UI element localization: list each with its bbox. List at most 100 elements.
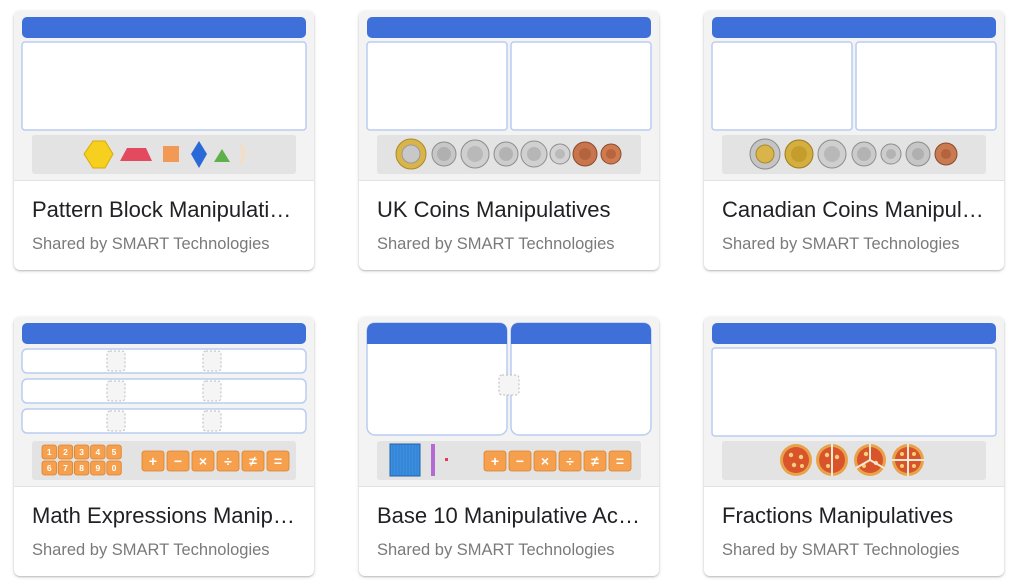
svg-text:≠: ≠	[249, 453, 257, 469]
header-bar-left	[367, 323, 507, 344]
card-subtitle: Shared by SMART Technologies	[377, 235, 615, 253]
operator-tile: ÷	[558, 450, 582, 472]
header-bar	[22, 323, 306, 344]
thumbnail-pattern-blocks	[14, 11, 314, 180]
coin-loonie-icon	[784, 139, 814, 169]
number-tile: 5	[106, 444, 122, 460]
ten-rod-icon	[431, 444, 435, 476]
operator-tile: =	[266, 450, 290, 472]
thumbnail-math-expressions: 1 2 3 4 5 6 7 8 9 0 + − × ÷ ≠ =	[14, 317, 314, 486]
svg-text:9: 9	[95, 463, 100, 473]
thumbnail-canadian-coins	[704, 11, 1004, 180]
operator-tile: ×	[533, 450, 557, 472]
svg-text:×: ×	[199, 453, 207, 469]
svg-text:1: 1	[47, 447, 52, 457]
number-tile: 6	[41, 460, 57, 476]
number-tile: 9	[90, 460, 106, 476]
coin-10p-icon	[520, 140, 548, 168]
work-panel-left	[711, 41, 853, 131]
svg-text:÷: ÷	[566, 453, 574, 469]
coin-dime-icon	[880, 143, 902, 165]
coin-50p-icon	[460, 139, 490, 169]
svg-text:2: 2	[63, 447, 68, 457]
template-card-math-expressions[interactable]: 1 2 3 4 5 6 7 8 9 0 + − × ÷ ≠ = Math Expressions Manip…	[14, 317, 314, 576]
work-panel-right	[855, 41, 997, 131]
card-title[interactable]: Pattern Block Manipulatives	[32, 196, 298, 224]
template-card-base-10[interactable]: + − × ÷ ≠ = Base 10 Manipulative Activity Sha…	[359, 317, 659, 576]
card-title[interactable]: Base 10 Manipulative Activity	[377, 502, 643, 530]
work-panel-left	[366, 41, 508, 131]
card-title[interactable]: Math Expressions Manipulatives	[32, 502, 298, 530]
card-subtitle: Shared by SMART Technologies	[377, 541, 615, 559]
drop-slot	[498, 374, 520, 396]
pizza-thirds-icon	[854, 444, 886, 476]
square-block-icon	[163, 146, 179, 162]
header-bar-right	[511, 323, 651, 344]
thumbnail-uk-coins	[359, 11, 659, 180]
coin-nickel-icon	[905, 141, 931, 167]
number-tile: 2	[57, 444, 74, 460]
header-bar	[712, 323, 996, 344]
card-title[interactable]: Fractions Manipulatives	[722, 502, 988, 530]
operator-tile: +	[141, 450, 165, 472]
svg-text:0: 0	[112, 463, 117, 473]
template-card-fractions[interactable]: Fractions Manipulatives Shared by SMART …	[704, 317, 1004, 576]
template-card-pattern-blocks[interactable]: Pattern Block Manipulatives Shared by SM…	[14, 11, 314, 270]
unit-cube-icon	[445, 458, 448, 461]
template-card-canadian-coins[interactable]: Canadian Coins Manipulatives Shared by S…	[704, 11, 1004, 270]
number-tile: 3	[74, 444, 90, 460]
svg-text:5: 5	[112, 447, 117, 457]
svg-text:×: ×	[541, 453, 549, 469]
coin-quarter-icon	[851, 141, 877, 167]
expression-row-3	[21, 408, 307, 434]
number-tile: 0	[106, 460, 122, 476]
svg-text:=: =	[274, 453, 282, 469]
header-bar	[367, 17, 651, 38]
operator-tile: ≠	[583, 450, 607, 472]
operator-tile: +	[483, 450, 507, 472]
card-subtitle: Shared by SMART Technologies	[722, 541, 960, 559]
number-tile: 7	[57, 460, 74, 476]
svg-text:4: 4	[95, 447, 100, 457]
thumbnail-base-10: + − × ÷ ≠ =	[359, 317, 659, 486]
card-subtitle: Shared by SMART Technologies	[32, 235, 270, 253]
coin-5p-icon	[549, 143, 571, 165]
coin-toonie-icon	[749, 138, 781, 170]
svg-text:≠: ≠	[591, 453, 599, 469]
card-title[interactable]: UK Coins Manipulatives	[377, 196, 643, 224]
card-title[interactable]: Canadian Coins Manipulatives	[722, 196, 988, 224]
operator-tile: −	[166, 450, 190, 472]
operator-tile: ÷	[216, 450, 240, 472]
pizza-quarters-icon	[892, 444, 924, 476]
expression-row-2	[21, 378, 307, 404]
coin-2-pound-icon	[395, 138, 427, 170]
svg-text:7: 7	[63, 463, 68, 473]
header-bar	[712, 17, 996, 38]
svg-text:3: 3	[79, 447, 84, 457]
card-subtitle: Shared by SMART Technologies	[722, 235, 960, 253]
coin-penny-icon	[934, 142, 958, 166]
svg-text:6: 6	[47, 463, 52, 473]
work-panel	[711, 347, 997, 437]
operator-tile: ×	[191, 450, 215, 472]
svg-text:−: −	[516, 453, 524, 469]
template-card-uk-coins[interactable]: UK Coins Manipulatives Shared by SMART T…	[359, 11, 659, 270]
svg-text:=: =	[616, 453, 624, 469]
pizza-halves-icon	[816, 444, 848, 476]
coin-1p-icon	[600, 143, 622, 165]
coin-2p-icon	[572, 141, 598, 167]
coin-20p-icon	[493, 141, 519, 167]
coin-1-pound-icon	[431, 141, 457, 167]
expression-row-1	[21, 348, 307, 374]
svg-text:−: −	[174, 453, 182, 469]
operator-tile: ≠	[241, 450, 265, 472]
work-panel	[21, 41, 307, 131]
operator-tile: −	[508, 450, 532, 472]
svg-text:+: +	[491, 453, 499, 469]
svg-text:8: 8	[79, 463, 84, 473]
number-tile: 4	[90, 444, 106, 460]
svg-text:+: +	[149, 453, 157, 469]
header-bar	[22, 17, 306, 38]
work-panel-right	[510, 41, 652, 131]
coin-50-cent-icon	[817, 139, 847, 169]
